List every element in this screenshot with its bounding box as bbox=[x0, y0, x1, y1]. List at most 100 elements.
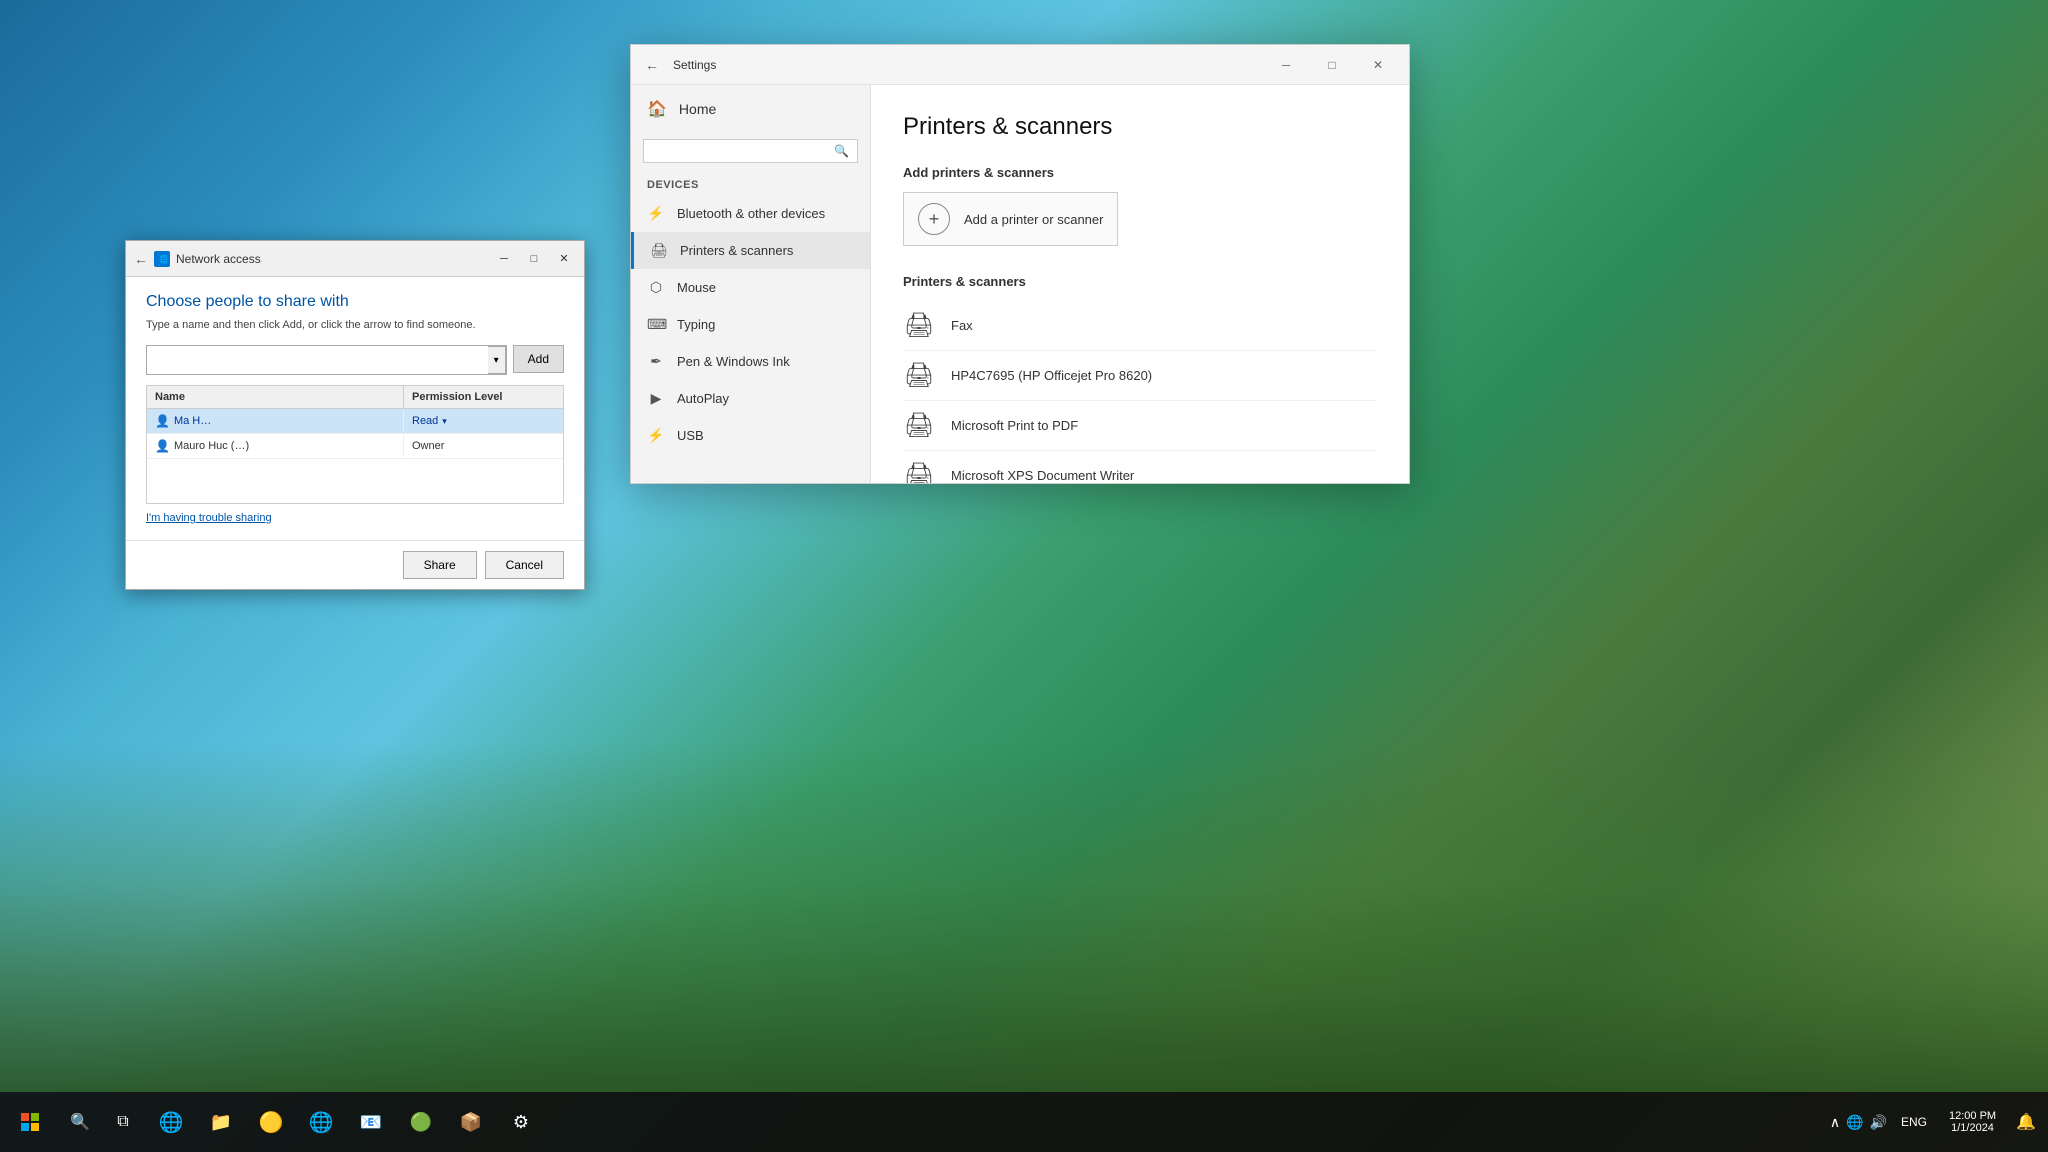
dialog-window-controls: ─ □ ✕ bbox=[490, 247, 578, 271]
printers-section-title: Printers & scanners bbox=[903, 274, 1377, 289]
taskbar-settings-icon[interactable]: ⚙ bbox=[496, 1092, 546, 1152]
settings-back-btn[interactable]: ← bbox=[639, 57, 665, 73]
permission-value-0: Read bbox=[412, 415, 438, 427]
dialog-title-left: ← 🌐 Network access bbox=[134, 251, 261, 267]
hp-printer-icon: 🖨 bbox=[903, 361, 935, 390]
taskbar-mail-icon[interactable]: 📧 bbox=[346, 1092, 396, 1152]
chevron-up-icon[interactable]: ∧ bbox=[1828, 1112, 1842, 1133]
system-clock[interactable]: 12:00 PM 1/1/2024 bbox=[1939, 1110, 2006, 1134]
sidebar-item-bluetooth-label: Bluetooth & other devices bbox=[677, 206, 825, 221]
taskbar-chrome-icon[interactable]: 🌐 bbox=[296, 1092, 346, 1152]
dialog-maximize-btn[interactable]: □ bbox=[520, 247, 548, 271]
table-col-name: Name bbox=[147, 386, 403, 408]
sidebar-section-title: Devices bbox=[631, 169, 870, 195]
printer-item-xps[interactable]: 🖨 Microsoft XPS Document Writer bbox=[903, 451, 1377, 483]
settings-window: ← Settings ─ □ ✕ 🏠 Home 🔍 Devices ⚡ Blue… bbox=[630, 44, 1410, 484]
dialog-footer: Share Cancel bbox=[126, 540, 584, 589]
printer-name-pdf: Microsoft Print to PDF bbox=[951, 418, 1078, 433]
sidebar-item-autoplay[interactable]: ▶ AutoPlay bbox=[631, 380, 870, 417]
taskbar: 🔍 ⧉ 🌐 📁 🟡 🌐 📧 🟢 📦 ⚙ ∧ 🌐 🔊 ENG 12:00 PM 1… bbox=[0, 1092, 2048, 1152]
table-cell-perm-1: Owner bbox=[403, 435, 563, 457]
taskbar-explorer-icon[interactable]: 📁 bbox=[196, 1092, 246, 1152]
table-row-name-0: Ma H… bbox=[174, 415, 211, 427]
search-taskbar-icon: 🔍 bbox=[70, 1112, 90, 1132]
sidebar-item-usb[interactable]: ⚡ USB bbox=[631, 417, 870, 454]
bluetooth-icon: ⚡ bbox=[647, 205, 665, 222]
taskbar-ie-icon[interactable]: 🌐 bbox=[146, 1092, 196, 1152]
search-button[interactable]: 🔍 bbox=[60, 1092, 100, 1152]
home-icon: 🏠 bbox=[647, 99, 667, 119]
sidebar-item-mouse[interactable]: ⬡ Mouse bbox=[631, 269, 870, 306]
pen-icon: ✒ bbox=[647, 353, 665, 370]
taskbar-right: ∧ 🌐 🔊 ENG 12:00 PM 1/1/2024 🔔 bbox=[1828, 1092, 2048, 1152]
add-printer-button[interactable]: + Add a printer or scanner bbox=[903, 192, 1118, 246]
sidebar-item-printers[interactable]: 🖨 Printers & scanners bbox=[631, 232, 870, 269]
settings-maximize-btn[interactable]: □ bbox=[1309, 49, 1355, 81]
taskbar-left: 🔍 ⧉ 🌐 📁 🟡 🌐 📧 🟢 📦 ⚙ bbox=[0, 1092, 546, 1152]
printer-item-pdf[interactable]: 🖨 Microsoft Print to PDF bbox=[903, 401, 1377, 451]
printer-name-xps: Microsoft XPS Document Writer bbox=[951, 468, 1134, 483]
add-printer-label: Add a printer or scanner bbox=[964, 212, 1103, 227]
trouble-sharing-link[interactable]: I'm having trouble sharing bbox=[146, 512, 564, 524]
page-title: Printers & scanners bbox=[903, 113, 1377, 141]
sidebar-item-mouse-label: Mouse bbox=[677, 280, 716, 295]
dialog-app-icon: 🌐 bbox=[154, 251, 170, 267]
pdf-printer-icon: 🖨 bbox=[903, 411, 935, 440]
usb-icon: ⚡ bbox=[647, 427, 665, 444]
dialog-input-row: ▾ Add bbox=[146, 345, 564, 375]
settings-main-content: Printers & scanners Add printers & scann… bbox=[871, 85, 1409, 483]
dialog-body: Choose people to share with Type a name … bbox=[126, 277, 584, 540]
sidebar-home-btn[interactable]: 🏠 Home bbox=[631, 85, 870, 133]
dialog-dropdown-btn[interactable]: ▾ bbox=[488, 346, 506, 374]
settings-close-btn[interactable]: ✕ bbox=[1355, 49, 1401, 81]
settings-minimize-btn[interactable]: ─ bbox=[1263, 49, 1309, 81]
table-row[interactable]: 👤 Mauro Huc (…) Owner bbox=[147, 434, 563, 459]
volume-tray-icon[interactable]: 🔊 bbox=[1868, 1112, 1889, 1133]
sidebar-search-box: 🔍 bbox=[643, 139, 858, 163]
dialog-close-btn[interactable]: ✕ bbox=[550, 247, 578, 271]
cancel-button[interactable]: Cancel bbox=[485, 551, 564, 579]
dialog-name-field-wrapper: ▾ bbox=[146, 345, 507, 375]
table-row[interactable]: 👤 Ma H… Read ▾ bbox=[147, 409, 563, 434]
settings-title-text: Settings bbox=[673, 58, 716, 72]
add-section-title: Add printers & scanners bbox=[903, 165, 1377, 180]
printer-name-fax: Fax bbox=[951, 318, 973, 333]
dialog-add-btn[interactable]: Add bbox=[513, 345, 564, 373]
search-icon: 🔍 bbox=[834, 144, 849, 158]
table-cell-perm-0[interactable]: Read ▾ bbox=[403, 410, 563, 432]
dialog-table-header: Name Permission Level bbox=[147, 386, 563, 409]
dialog-back-btn[interactable]: ← bbox=[134, 251, 148, 267]
taskbar-yellow-icon[interactable]: 🟡 bbox=[246, 1092, 296, 1152]
table-col-permission: Permission Level bbox=[403, 386, 563, 408]
dialog-minimize-btn[interactable]: ─ bbox=[490, 247, 518, 271]
taskbar-store-icon[interactable]: 📦 bbox=[446, 1092, 496, 1152]
table-cell-name-1: 👤 Mauro Huc (…) bbox=[147, 434, 403, 458]
sidebar-search-input[interactable] bbox=[652, 144, 834, 158]
language-indicator[interactable]: ENG bbox=[1897, 1115, 1931, 1129]
sidebar-item-usb-label: USB bbox=[677, 428, 704, 443]
taskbar-green-icon[interactable]: 🟢 bbox=[396, 1092, 446, 1152]
xps-printer-icon: 🖨 bbox=[903, 461, 935, 483]
dialog-title-text: Network access bbox=[176, 252, 261, 266]
printer-item-fax[interactable]: 🖨 Fax bbox=[903, 301, 1377, 351]
notification-bell-icon[interactable]: 🔔 bbox=[2014, 1110, 2038, 1134]
svg-text:🌐: 🌐 bbox=[159, 254, 167, 264]
sidebar-item-autoplay-label: AutoPlay bbox=[677, 391, 729, 406]
network-tray-icon[interactable]: 🌐 bbox=[1844, 1112, 1865, 1133]
share-button[interactable]: Share bbox=[403, 551, 477, 579]
settings-titlebar: ← Settings ─ □ ✕ bbox=[631, 45, 1409, 85]
dialog-name-input[interactable] bbox=[147, 346, 488, 374]
task-view-button[interactable]: ⧉ bbox=[100, 1092, 146, 1152]
network-access-dialog: ← 🌐 Network access ─ □ ✕ Choose people t… bbox=[125, 240, 585, 590]
clock-date: 1/1/2024 bbox=[1951, 1122, 1994, 1134]
start-button[interactable] bbox=[0, 1092, 60, 1152]
sidebar-item-bluetooth[interactable]: ⚡ Bluetooth & other devices bbox=[631, 195, 870, 232]
permission-dropdown-icon-0: ▾ bbox=[442, 416, 447, 427]
user-icon-1: 👤 bbox=[155, 439, 170, 453]
printer-name-hp: HP4C7695 (HP Officejet Pro 8620) bbox=[951, 368, 1152, 383]
sidebar-item-typing[interactable]: ⌨ Typing bbox=[631, 306, 870, 343]
printer-item-hp[interactable]: 🖨 HP4C7695 (HP Officejet Pro 8620) bbox=[903, 351, 1377, 401]
dialog-description: Type a name and then click Add, or click… bbox=[146, 319, 564, 331]
table-cell-name-0: 👤 Ma H… bbox=[147, 409, 403, 433]
sidebar-item-pen[interactable]: ✒ Pen & Windows Ink bbox=[631, 343, 870, 380]
